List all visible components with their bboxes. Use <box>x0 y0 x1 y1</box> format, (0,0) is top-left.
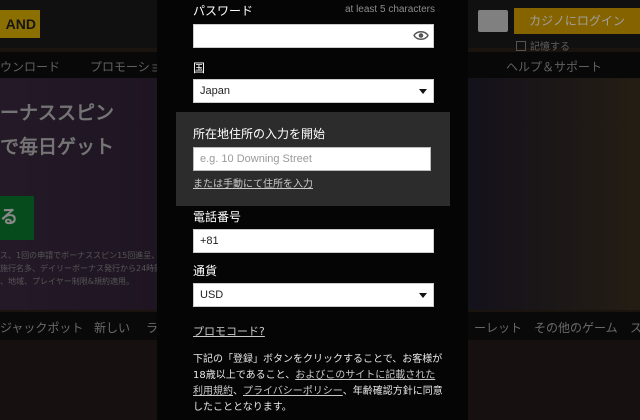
password-field[interactable] <box>193 24 434 48</box>
password-hint: at least 5 characters <box>344 4 435 15</box>
currency-value: USD <box>200 289 224 301</box>
country-value: Japan <box>200 85 230 97</box>
currency-select[interactable]: USD <box>193 283 434 307</box>
eye-icon[interactable] <box>413 30 429 41</box>
legal-text: 下記の「登録」ボタンをクリックすることで、お客様が18歳以上であること、およびこ… <box>193 354 443 413</box>
address-section: 所在地住所の入力を開始 e.g. 10 Downing Street または手動… <box>176 112 450 206</box>
promo-code-link[interactable]: プロモコード? <box>193 323 265 339</box>
country-label: 国 <box>193 61 206 75</box>
privacy-link[interactable]: プライバシーポリシー <box>243 386 343 397</box>
address-label: 所在地住所の入力を開始 <box>193 127 326 141</box>
registration-modal: パスワード at least 5 characters 国 Japan 所在地住… <box>157 0 468 420</box>
currency-label: 通貨 <box>193 264 218 278</box>
country-select[interactable]: Japan <box>193 79 434 103</box>
chevron-down-icon <box>419 293 427 298</box>
address-input[interactable]: e.g. 10 Downing Street <box>193 147 431 171</box>
phone-field[interactable]: +81 <box>193 229 434 253</box>
password-label: パスワード <box>193 4 254 18</box>
chevron-down-icon <box>419 89 427 94</box>
manual-address-link[interactable]: または手動にて住所を入力 <box>193 175 313 190</box>
phone-label: 電話番号 <box>193 210 242 224</box>
